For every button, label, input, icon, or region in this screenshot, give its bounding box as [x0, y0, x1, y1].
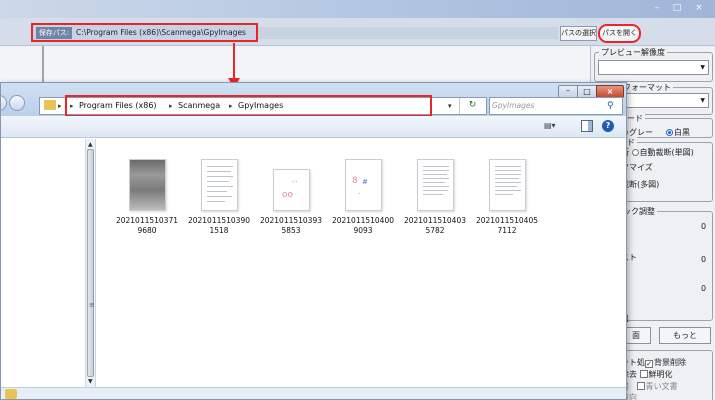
address-dropdown-icon[interactable]: ▾ — [448, 100, 452, 112]
app-titlebar: – □ × — [0, 0, 715, 18]
option-row-3: 書 青い文書 — [621, 381, 678, 392]
navigation-scrollbar[interactable]: ▲ ▼ — [85, 139, 96, 387]
save-path-input[interactable]: C:\Program Files (x86)\Scanmega\GpyImage… — [76, 27, 254, 39]
adjust-value-2: 0 — [701, 255, 707, 264]
preview-resolution-title: プレビュー解像度 — [599, 47, 667, 58]
file-thumbnail — [417, 159, 454, 211]
close-icon[interactable]: × — [692, 3, 706, 14]
file-name: 2021011510390 1518 — [187, 216, 251, 235]
format-title: フォーマット — [621, 82, 673, 93]
chevron-down-icon: ▼ — [700, 64, 705, 71]
folder-icon — [5, 389, 17, 399]
breadcrumb-item-scanmega[interactable]: Scanmega — [178, 100, 220, 112]
color-mode-title: ード — [625, 113, 645, 124]
breadcrumb-separator-icon: ▸ — [58, 102, 62, 110]
open-path-button[interactable]: パスを開く — [598, 24, 641, 43]
pane-splitter-icon[interactable]: ≡ — [89, 301, 95, 309]
back-forward-buttons[interactable] — [1, 95, 27, 113]
file-name: 2021011510403 5782 — [403, 216, 467, 235]
divider — [42, 46, 44, 84]
format-select[interactable]: ▼ — [623, 93, 709, 108]
file-thumbnail — [489, 159, 526, 211]
status-bar — [1, 387, 626, 399]
breadcrumb-item-gpyimages[interactable]: GpyImages — [238, 100, 283, 112]
preview-resolution-select[interactable]: ▼ — [598, 60, 709, 75]
scroll-down-icon[interactable]: ▼ — [88, 378, 93, 385]
preview-area — [0, 46, 590, 84]
radio-selected-icon — [666, 129, 673, 136]
search-input[interactable]: GpyImages — [492, 100, 534, 112]
file-thumbnail — [201, 159, 238, 211]
crop-row-1: 断 自動裁断(単図) — [621, 147, 694, 158]
file-thumbnail: 8 # · — [345, 159, 382, 211]
minimize-icon[interactable]: – — [650, 3, 664, 14]
file-thumbnail — [129, 159, 166, 211]
forward-icon[interactable] — [9, 95, 25, 111]
radio-icon[interactable] — [631, 149, 639, 156]
adjust-value-3: 0 — [701, 284, 707, 293]
back-icon[interactable] — [1, 95, 7, 111]
breadcrumb-item-program-files[interactable]: Program Files (x86) — [79, 100, 157, 112]
option-row-1: ット処✓ 背景削除 — [621, 358, 686, 368]
breadcrumb-separator-icon: ▸ — [70, 102, 74, 110]
scroll-up-icon[interactable]: ▲ — [88, 141, 93, 148]
option-row-2: 除去 鮮明化 — [621, 370, 673, 379]
file-name: 2021011510405 7112 — [475, 216, 539, 235]
path-strip — [258, 27, 558, 39]
checkbox-checked-icon[interactable]: ✓ — [645, 360, 653, 368]
scrollbar-thumb[interactable] — [87, 149, 94, 377]
file-name: 2021011510393 5853 — [259, 216, 323, 235]
breadcrumb-separator-icon: ▸ — [169, 102, 173, 110]
maximize-icon[interactable]: □ — [670, 3, 684, 14]
view-options-icon[interactable]: ▤▾ — [544, 120, 558, 132]
file-name: 2021011510400 9093 — [331, 216, 395, 235]
file-list: 2021011510371 9680 2021011510390 1518 ⁖· o… — [97, 139, 626, 399]
annotation-arrow-line — [233, 43, 235, 80]
folder-icon — [44, 100, 56, 110]
search-icon[interactable]: ⚲ — [607, 99, 614, 113]
select-path-button[interactable]: パスの選択 — [560, 26, 597, 41]
navigation-pane — [1, 139, 85, 399]
file-name: 2021011510371 9680 — [115, 216, 179, 235]
save-path-label: 保存パス: — [36, 27, 72, 39]
breadcrumb-separator-icon: ▸ — [229, 102, 233, 110]
chevron-down-icon: ▼ — [700, 97, 705, 104]
checkbox-icon[interactable] — [639, 370, 648, 378]
refresh-icon[interactable]: ↻ — [459, 98, 485, 114]
adjust-value-1: 0 — [701, 222, 707, 231]
help-icon[interactable]: ? — [602, 120, 614, 132]
checkbox-icon[interactable] — [636, 382, 645, 390]
file-thumbnail: ⁖· oo — [273, 169, 310, 211]
radio-bw[interactable]: 白黒 — [666, 127, 690, 138]
more-button[interactable]: もっと — [659, 327, 711, 344]
command-bar — [1, 116, 626, 138]
explorer-window: – □ × ▸ ▸ Program Files (x86) ▸ Scanmega… — [0, 82, 627, 400]
preview-pane-icon[interactable] — [581, 120, 593, 132]
